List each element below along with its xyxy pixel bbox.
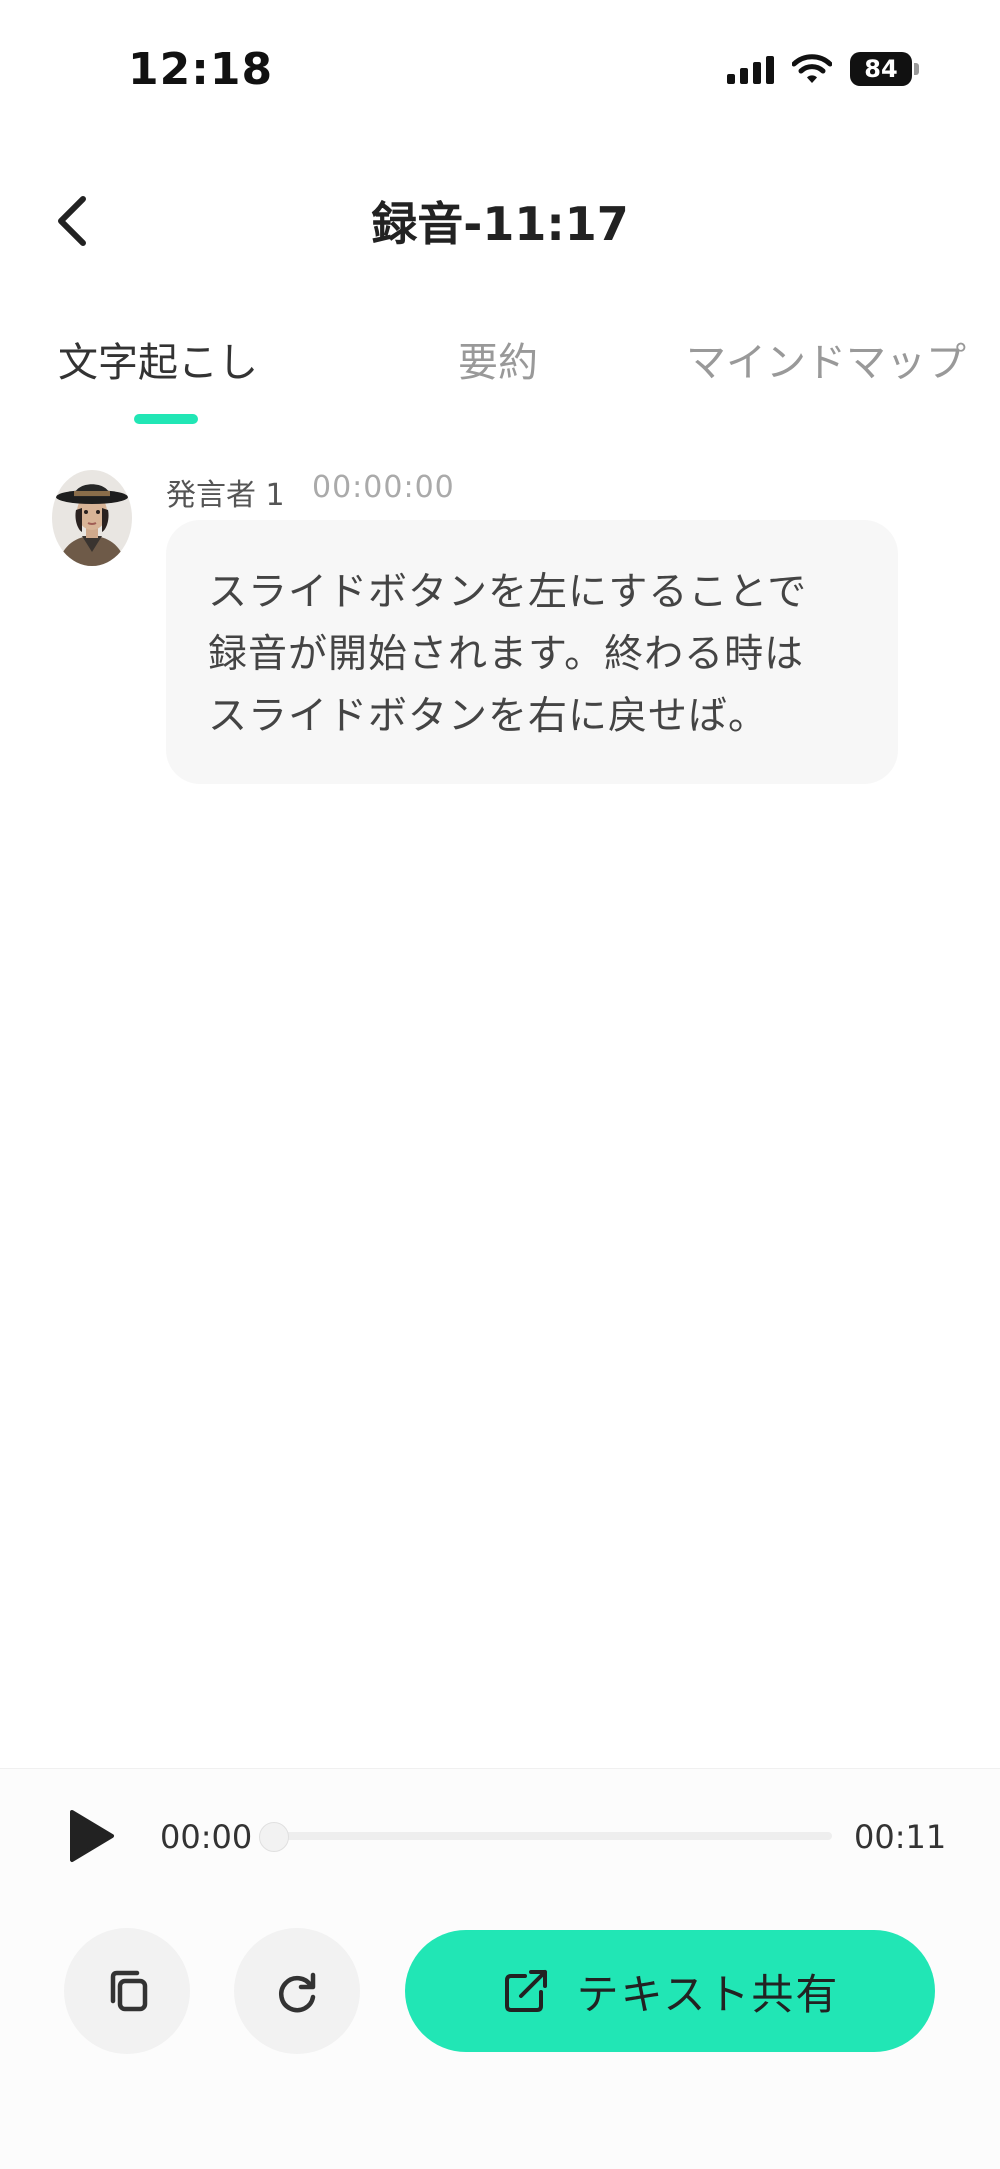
play-icon — [70, 1810, 114, 1862]
copy-button[interactable] — [64, 1928, 190, 2054]
share-text-button[interactable]: テキスト共有 — [405, 1930, 935, 2052]
battery-level: 84 — [864, 55, 898, 83]
speaker-name: 発言者 1 — [166, 478, 285, 513]
tab-transcript[interactable]: 文字起こし — [58, 330, 258, 388]
play-button[interactable] — [66, 1808, 116, 1864]
wifi-icon — [792, 54, 832, 83]
transcript-line: スライドボタンを右に戻せば。 — [208, 694, 769, 739]
tab-mindmap[interactable]: マインドマップ — [686, 330, 966, 388]
redo-button[interactable] — [234, 1928, 360, 2054]
progress-track[interactable] — [272, 1832, 832, 1840]
page-title: 録音-11:17 — [371, 197, 629, 251]
tab-summary[interactable]: 要約 — [458, 330, 538, 388]
share-text-label: テキスト共有 — [576, 1969, 840, 2019]
status-time: 12:18 — [128, 44, 274, 95]
copy-icon — [110, 1970, 148, 2012]
transcript-bubble[interactable]: スライドボタンを左にすることで 録音が開始されます。終わる時は スライドボタンを… — [166, 520, 898, 784]
progress-knob[interactable] — [259, 1822, 289, 1852]
transcript-line: スライドボタンを左にすることで — [208, 570, 808, 615]
transcript-line: 録音が開始されます。終わる時は — [208, 632, 805, 677]
active-tab-indicator — [134, 414, 198, 424]
share-icon — [504, 1970, 547, 2012]
redo-icon — [279, 1972, 316, 2013]
avatar — [52, 470, 132, 566]
current-time: 00:00 — [160, 1818, 253, 1856]
battery-icon: 84 — [850, 52, 919, 86]
total-time: 00:11 — [854, 1818, 947, 1856]
status-icons: 84 — [727, 52, 919, 86]
cellular-signal-icon — [727, 54, 774, 84]
speaker-timestamp: 00:00:00 — [312, 470, 455, 505]
